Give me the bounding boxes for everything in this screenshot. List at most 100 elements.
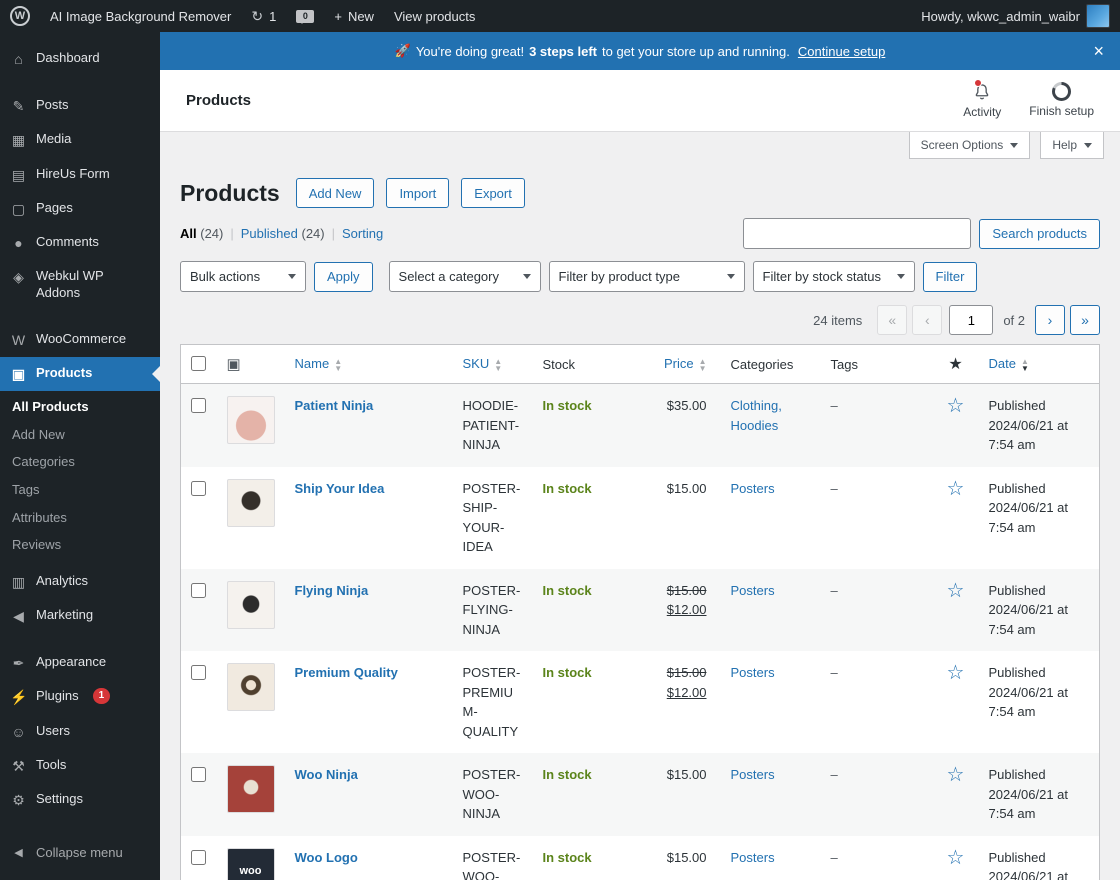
wordpress-menu[interactable]: W bbox=[0, 0, 40, 32]
comments-link[interactable]: 0 bbox=[286, 0, 324, 32]
product-thumbnail[interactable] bbox=[226, 478, 275, 527]
export-button[interactable]: Export bbox=[461, 178, 525, 208]
product-price: $15.00 bbox=[666, 849, 707, 865]
apply-button[interactable]: Apply bbox=[314, 261, 373, 292]
filter-button[interactable]: Filter bbox=[922, 261, 978, 292]
product-sku: HOODIE-PATIENT-NINJA bbox=[462, 398, 520, 452]
featured-star-icon[interactable]: ☆ bbox=[947, 662, 965, 684]
sidebar-item-woocommerce[interactable]: W WooCommerce bbox=[0, 323, 160, 357]
search-products-button[interactable]: Search products bbox=[979, 218, 1100, 249]
stock-status-filter-select[interactable]: Filter by stock status bbox=[752, 261, 915, 292]
admin-sidebar: ⌂ Dashboard ✎ Posts ▦ Media ▤ HireUs For… bbox=[0, 32, 160, 880]
row-checkbox[interactable] bbox=[191, 849, 206, 865]
view-products-link[interactable]: View products bbox=[384, 0, 485, 32]
stock-status: In stock bbox=[542, 767, 592, 782]
bulk-actions-select[interactable]: Bulk actions bbox=[180, 261, 306, 292]
import-button[interactable]: Import bbox=[386, 178, 450, 208]
product-thumbnail[interactable]: woo bbox=[226, 847, 275, 880]
featured-star-icon[interactable]: ☆ bbox=[947, 395, 965, 417]
column-header-price[interactable]: Price ▲ ▼ bbox=[628, 344, 721, 384]
continue-setup-link[interactable]: Continue setup bbox=[798, 44, 885, 59]
plugins-icon: ⚡ bbox=[10, 689, 28, 706]
sidebar-item-tools[interactable]: ⚒ Tools bbox=[0, 749, 160, 783]
column-header-name[interactable]: Name ▲ ▼ bbox=[284, 344, 453, 384]
new-content-link[interactable]: + New bbox=[324, 0, 384, 32]
category-links[interactable]: Posters bbox=[731, 481, 775, 496]
row-checkbox[interactable] bbox=[191, 665, 206, 680]
column-header-date[interactable]: Date ▲ ▼ bbox=[978, 344, 1100, 384]
next-page-button[interactable]: › bbox=[1035, 305, 1065, 335]
select-all-checkbox[interactable] bbox=[191, 356, 206, 371]
sidebar-item-marketing[interactable]: ◀ Marketing bbox=[0, 599, 160, 633]
close-icon[interactable]: × bbox=[1093, 42, 1104, 60]
chevron-down-icon bbox=[1084, 142, 1092, 152]
finish-setup-button[interactable]: Finish setup bbox=[1029, 82, 1094, 119]
submenu-categories[interactable]: Categories bbox=[0, 448, 160, 476]
product-name-link[interactable]: Woo Logo bbox=[295, 850, 358, 865]
help-tab[interactable]: Help bbox=[1040, 132, 1104, 159]
column-header-sku[interactable]: SKU ▲ ▼ bbox=[452, 344, 533, 384]
category-links[interactable]: Posters bbox=[731, 583, 775, 598]
screen-options-tab[interactable]: Screen Options bbox=[908, 132, 1031, 159]
collapse-menu-button[interactable]: ◀ Collapse menu bbox=[0, 837, 160, 868]
submenu-add-new[interactable]: Add New bbox=[0, 421, 160, 449]
last-page-button[interactable]: » bbox=[1070, 305, 1100, 335]
add-new-button[interactable]: Add New bbox=[295, 178, 375, 208]
sidebar-item-analytics[interactable]: ▥ Analytics bbox=[0, 565, 160, 599]
sidebar-item-dashboard[interactable]: ⌂ Dashboard bbox=[0, 42, 160, 76]
sidebar-item-posts[interactable]: ✎ Posts bbox=[0, 89, 160, 123]
site-name-link[interactable]: AI Image Background Remover bbox=[40, 0, 241, 32]
featured-star-icon[interactable]: ☆ bbox=[947, 847, 965, 869]
view-sorting-link[interactable]: Sorting bbox=[342, 226, 383, 241]
prev-page-button: ‹ bbox=[912, 305, 943, 335]
search-input[interactable] bbox=[743, 218, 972, 249]
product-thumbnail[interactable] bbox=[226, 580, 275, 629]
category-filter-select[interactable]: Select a category bbox=[388, 261, 541, 292]
sidebar-item-webkul-addons[interactable]: ◈ Webkul WP Addons bbox=[0, 260, 160, 310]
activity-button[interactable]: Activity bbox=[963, 79, 1001, 119]
chevron-down-icon bbox=[288, 274, 296, 283]
sidebar-item-pages[interactable]: ▢ Pages bbox=[0, 192, 160, 226]
submenu-all-products[interactable]: All Products bbox=[0, 393, 160, 421]
product-thumbnail[interactable] bbox=[226, 663, 275, 711]
category-links[interactable]: Posters bbox=[731, 665, 775, 680]
product-name-link[interactable]: Patient Ninja bbox=[295, 398, 374, 413]
submenu-reviews[interactable]: Reviews bbox=[0, 531, 160, 559]
submenu-tags[interactable]: Tags bbox=[0, 476, 160, 504]
product-thumbnail[interactable] bbox=[226, 396, 275, 444]
row-checkbox[interactable] bbox=[191, 582, 206, 598]
view-published-link[interactable]: Published bbox=[241, 226, 298, 241]
submenu-attributes[interactable]: Attributes bbox=[0, 504, 160, 532]
sidebar-item-settings[interactable]: ⚙ Settings bbox=[0, 783, 160, 817]
sidebar-item-comments[interactable]: ● Comments bbox=[0, 226, 160, 260]
sidebar-item-plugins[interactable]: ⚡ Plugins 1 bbox=[0, 680, 160, 714]
product-name-link[interactable]: Premium Quality bbox=[295, 665, 398, 680]
sidebar-item-hireus-form[interactable]: ▤ HireUs Form bbox=[0, 158, 160, 192]
sidebar-item-users[interactable]: ☺ Users bbox=[0, 715, 160, 749]
row-checkbox[interactable] bbox=[191, 480, 206, 496]
featured-star-icon[interactable]: ☆ bbox=[947, 478, 965, 500]
product-name-link[interactable]: Flying Ninja bbox=[295, 583, 369, 598]
product-type-filter-select[interactable]: Filter by product type bbox=[548, 261, 745, 292]
product-name-link[interactable]: Ship Your Idea bbox=[295, 481, 385, 496]
view-all-link[interactable]: All bbox=[180, 226, 197, 241]
category-links[interactable]: Posters bbox=[731, 767, 775, 782]
sidebar-item-media[interactable]: ▦ Media bbox=[0, 123, 160, 157]
product-sku: POSTER-WOO-NINJA bbox=[462, 767, 521, 821]
row-checkbox[interactable] bbox=[191, 398, 206, 413]
row-checkbox[interactable] bbox=[191, 767, 206, 782]
current-page-input[interactable] bbox=[949, 305, 994, 335]
featured-star-icon[interactable]: ☆ bbox=[947, 580, 965, 602]
sidebar-item-products[interactable]: ▣ Products bbox=[0, 357, 160, 392]
product-sku: POSTER-WOO-LOGO bbox=[462, 849, 521, 880]
product-name-link[interactable]: Woo Ninja bbox=[295, 767, 358, 782]
updates-link[interactable]: ↻ 1 bbox=[241, 0, 286, 32]
featured-star-icon[interactable]: ☆ bbox=[947, 764, 965, 786]
column-header-featured[interactable]: ★ bbox=[932, 344, 979, 384]
account-menu[interactable]: Howdy, wkwc_admin_waibr bbox=[911, 0, 1120, 32]
category-links[interactable]: Clothing, Hoodies bbox=[731, 398, 782, 433]
screen-meta-tabs: Screen Options Help bbox=[160, 132, 1120, 160]
category-links[interactable]: Posters bbox=[731, 850, 775, 865]
sidebar-item-appearance[interactable]: ✒ Appearance bbox=[0, 646, 160, 680]
product-thumbnail[interactable] bbox=[226, 765, 275, 813]
